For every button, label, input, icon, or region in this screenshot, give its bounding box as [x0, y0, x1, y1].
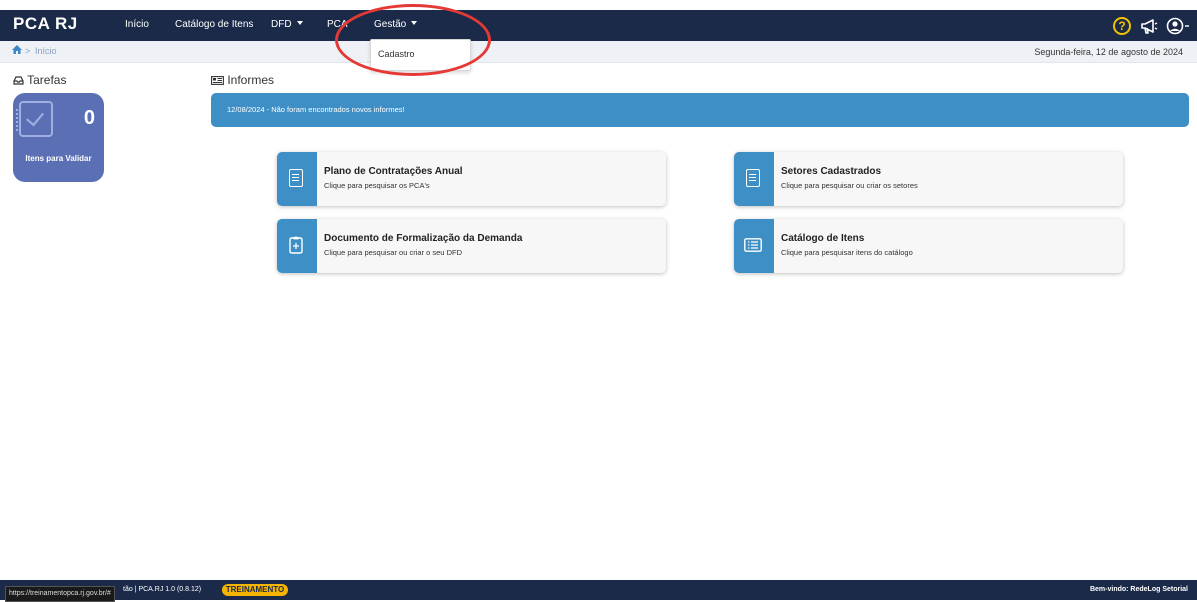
top-navbar: PCA RJ Início Catálogo de Itens DFD PCA …	[0, 10, 1197, 41]
brand-logo[interactable]: PCA RJ	[13, 14, 78, 34]
checklist-icon	[16, 101, 53, 137]
tarefas-section-title: Tarefas	[13, 73, 66, 87]
task-count: 0	[83, 107, 95, 129]
gestao-dropdown-menu: Cadastro	[370, 39, 471, 71]
newspaper-icon	[211, 76, 224, 85]
file-text-icon	[746, 169, 760, 187]
footer-bar: https://treinamentopca.rj.gov.br/# tão |…	[0, 580, 1197, 602]
breadcrumb: > Início Segunda-feira, 12 de agosto de …	[0, 41, 1197, 63]
card-documento-formalizacao[interactable]: Documento de Formalização da Demanda Cli…	[277, 219, 666, 273]
home-icon[interactable]	[12, 45, 22, 57]
informes-banner: 12/08/2024 - Não foram encontrados novos…	[211, 93, 1189, 127]
environment-badge: TREINAMENTO	[222, 584, 288, 596]
nav-dfd-dropdown[interactable]: DFD	[271, 19, 303, 30]
card-title: Catálogo de Itens	[781, 233, 865, 244]
task-label: Itens para Validar	[25, 154, 92, 163]
top-strip	[0, 0, 1197, 10]
card-subtitle: Clique para pesquisar os PCA's	[324, 181, 430, 190]
card-title: Setores Cadastrados	[781, 166, 882, 177]
tarefas-title-text: Tarefas	[27, 73, 67, 87]
informes-message: 12/08/2024 - Não foram encontrados novos…	[227, 105, 405, 114]
inbox-icon	[13, 76, 24, 85]
informes-section-title: Informes	[211, 73, 274, 87]
card-title: Documento de Formalização da Demanda	[324, 233, 523, 244]
nav-gestao-dropdown[interactable]: Gestão	[374, 19, 417, 30]
card-catalogo-itens[interactable]: Catálogo de Itens Clique para pesquisar …	[734, 219, 1123, 273]
breadcrumb-separator: >	[25, 46, 31, 56]
list-icon	[744, 238, 762, 257]
card-subtitle: Clique para pesquisar ou criar o seu DFD	[324, 248, 462, 257]
card-subtitle: Clique para pesquisar ou criar os setore…	[781, 181, 918, 190]
nav-dfd-label: DFD	[271, 19, 292, 30]
question-icon[interactable]: ?	[1113, 17, 1131, 35]
card-subtitle: Clique para pesquisar itens do catálogo	[781, 248, 913, 257]
user-circle-icon[interactable]	[1166, 15, 1192, 37]
current-date: Segunda-feira, 12 de agosto de 2024	[1034, 47, 1183, 57]
card-setores-cadastrados[interactable]: Setores Cadastrados Clique para pesquisa…	[734, 152, 1123, 206]
dropdown-item-cadastro[interactable]: Cadastro	[378, 49, 415, 59]
document-icon	[289, 169, 303, 187]
informes-title-text: Informes	[227, 73, 275, 87]
breadcrumb-current: Início	[35, 46, 57, 56]
card-plano-contratacoes[interactable]: Plano de Contratações Anual Clique para …	[277, 152, 666, 206]
nav-gestao-label: Gestão	[374, 19, 407, 30]
footer-version: tão | PCA.RJ 1.0 (0.8.12)	[123, 586, 202, 593]
itens-para-validar-card[interactable]: 0 Itens para Validar	[13, 93, 104, 182]
clipboard-plus-icon	[289, 236, 303, 259]
nav-catalogo-itens[interactable]: Catálogo de Itens	[175, 19, 253, 30]
card-title: Plano de Contratações Anual	[324, 166, 463, 177]
megaphone-icon[interactable]	[1140, 15, 1160, 37]
nav-pca-dropdown[interactable]: PCA	[327, 19, 348, 30]
nav-inicio[interactable]: Início	[125, 19, 149, 30]
welcome-user-text: Bem-vindo: RedeLog Setorial	[1089, 586, 1188, 593]
